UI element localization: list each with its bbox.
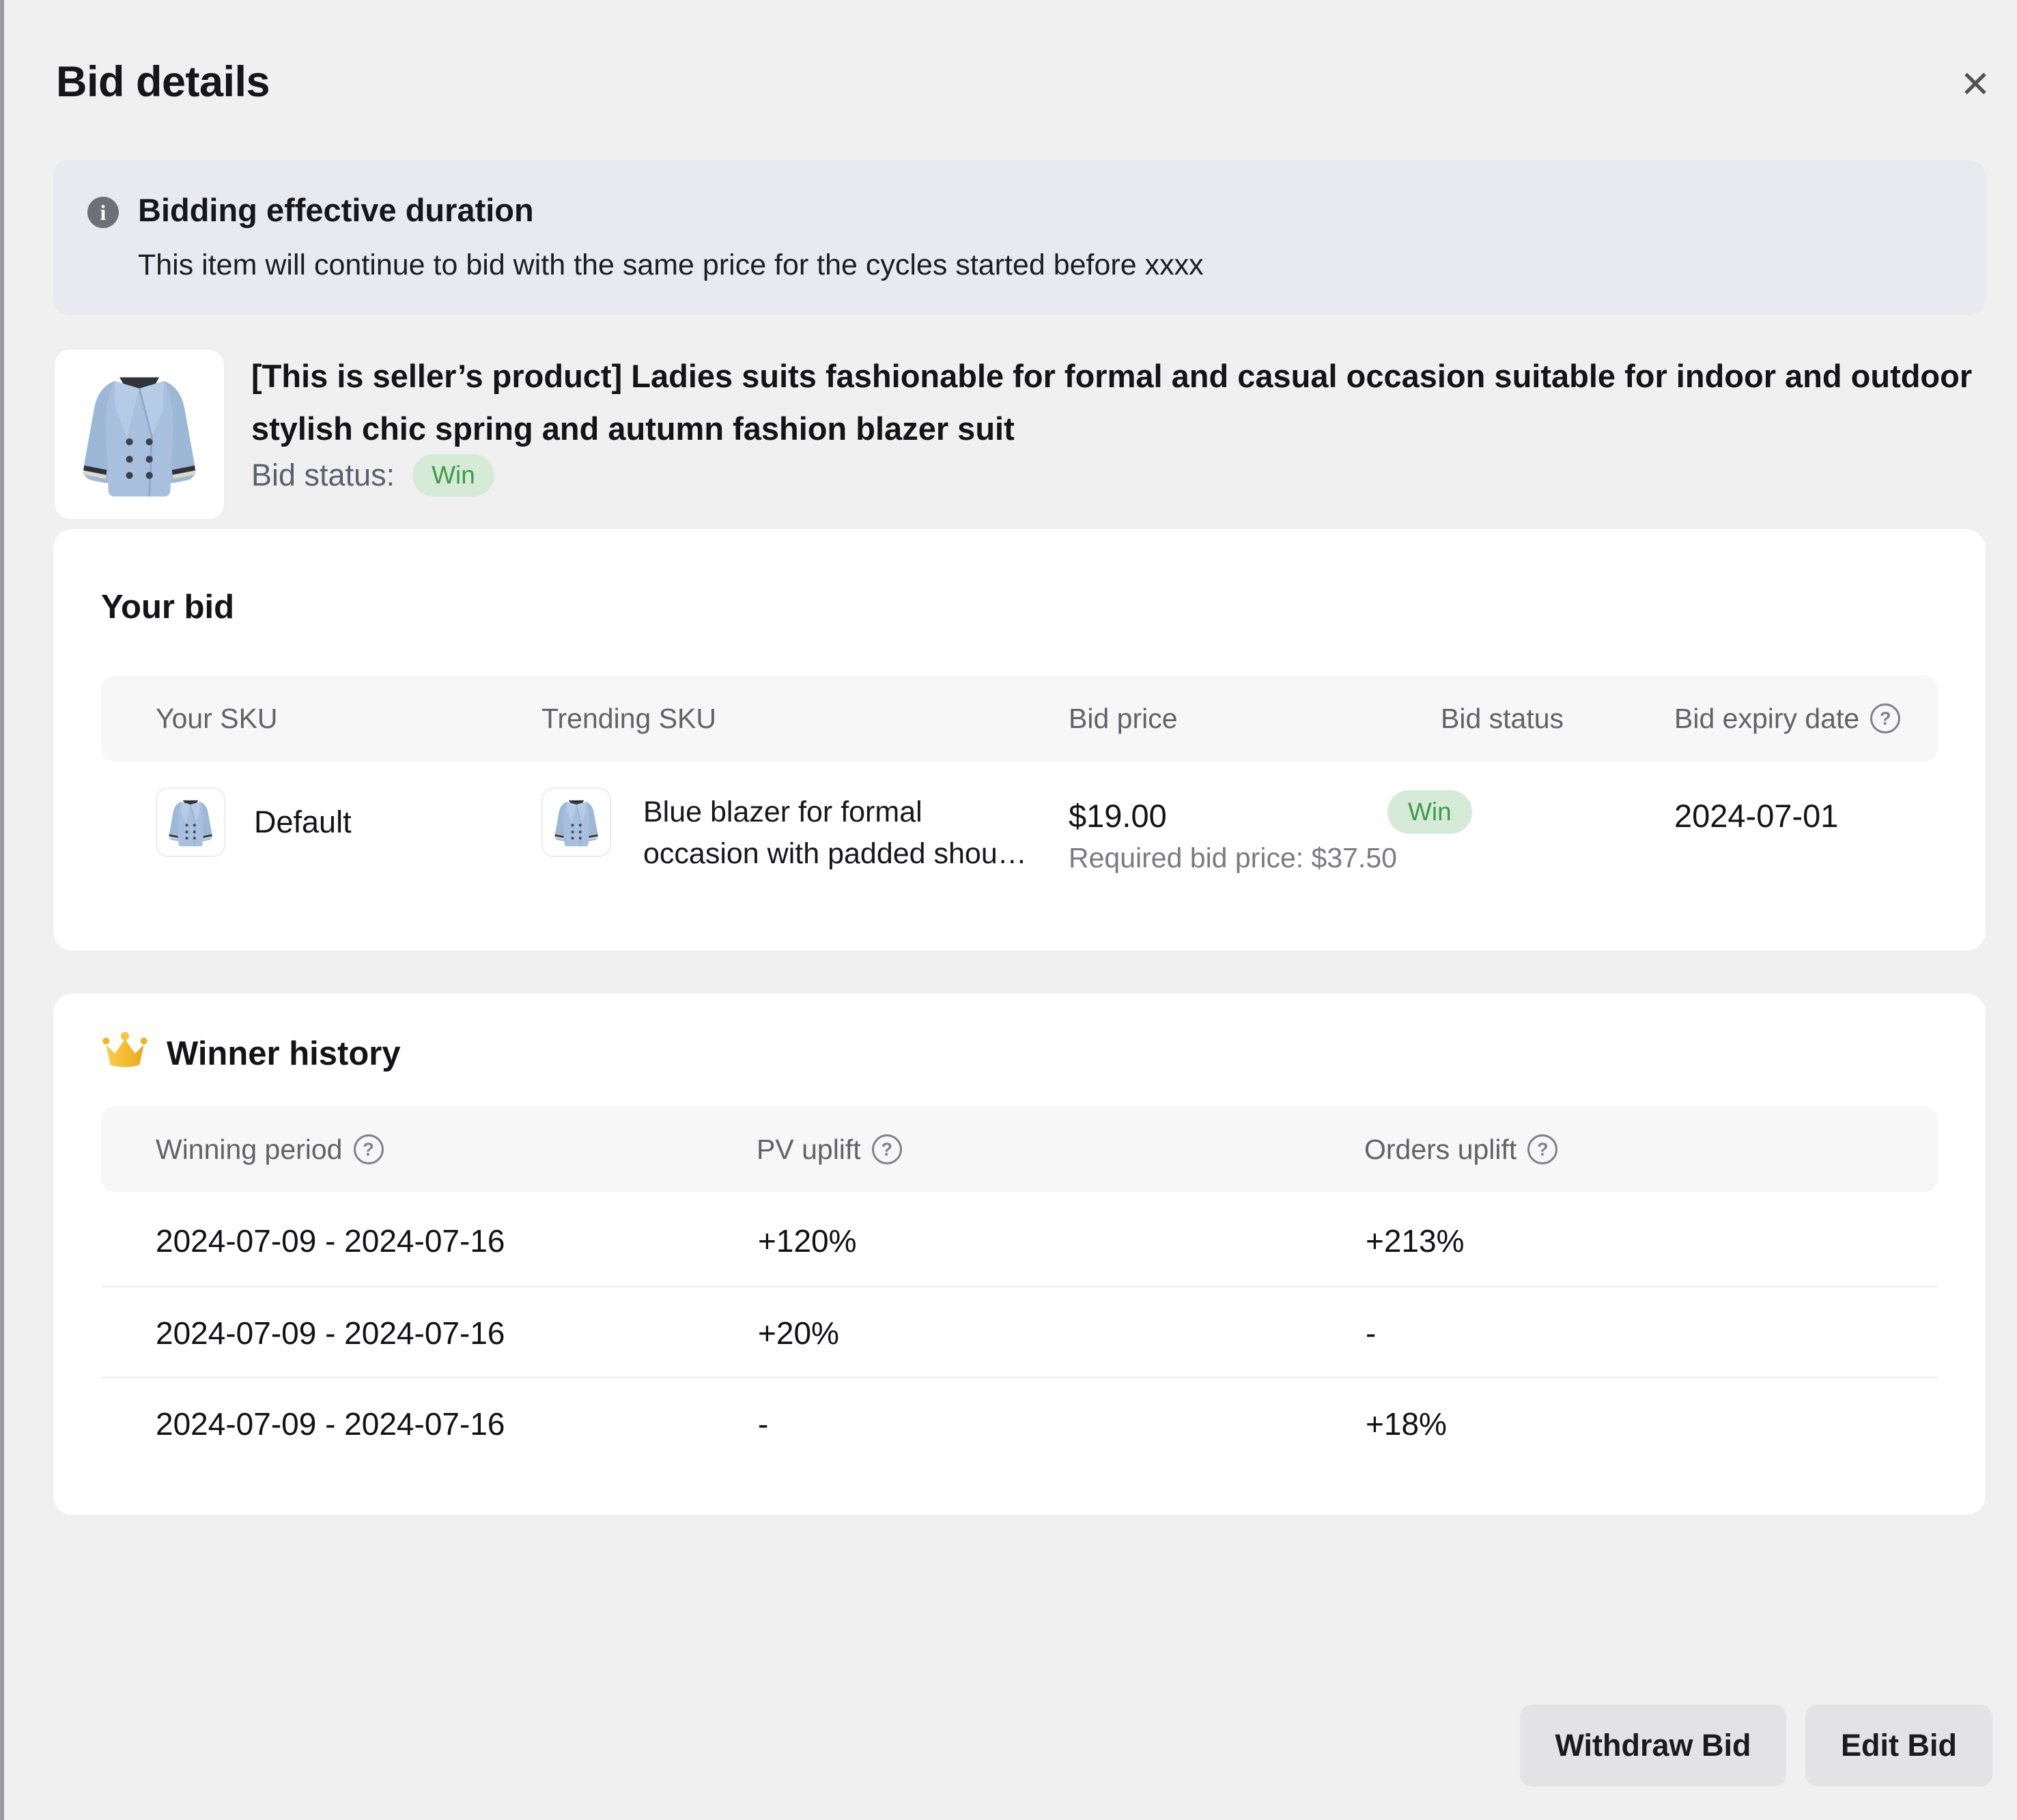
row-bid-status-badge: Win xyxy=(1387,790,1472,834)
pv-uplift-value: +120% xyxy=(758,1195,857,1286)
product-title-line2: stylish chic spring and autumn fashion b… xyxy=(251,402,1972,455)
blazer-illustration xyxy=(65,360,214,509)
orders-uplift-value: +18% xyxy=(1366,1378,1447,1469)
required-bid-price: Required bid price: $37.50 xyxy=(1069,842,1397,874)
bid-status-badge: Win xyxy=(412,454,494,496)
winning-period-value: 2024-07-09 - 2024-07-16 xyxy=(156,1378,505,1469)
banner-description: This item will continue to bid with the … xyxy=(138,249,1204,282)
product-bid-status: Bid status: Win xyxy=(251,453,494,497)
winning-period-help-icon[interactable]: ? xyxy=(354,1134,384,1164)
trending-sku-line1: Blue blazer for formal xyxy=(643,792,1027,833)
col-winning-period: Winning period ? xyxy=(156,1106,384,1192)
withdraw-bid-button[interactable]: Withdraw Bid xyxy=(1520,1705,1786,1787)
trending-sku-thumbnail xyxy=(541,787,611,857)
your-sku-value: Default xyxy=(254,787,352,857)
trending-sku-value: Blue blazer for formal occasion with pad… xyxy=(643,792,1027,875)
winner-history-row: 2024-07-09 - 2024-07-16 +120% +213% xyxy=(101,1195,1938,1286)
close-icon[interactable]: ✕ xyxy=(1945,53,2006,115)
blazer-thumb-icon xyxy=(548,794,605,851)
col-bid-expiry: Bid expiry date ? xyxy=(1674,675,1900,761)
product-title: [This is seller’s product] Ladies suits … xyxy=(251,350,1972,455)
winner-history-heading: Winner history xyxy=(167,1035,401,1073)
col-bid-status: Bid status xyxy=(1441,675,1564,761)
crown-icon xyxy=(101,1029,149,1074)
product-image xyxy=(53,348,225,520)
col-pv-uplift: PV uplift ? xyxy=(757,1106,902,1192)
product-title-line1: [This is seller’s product] Ladies suits … xyxy=(251,350,1972,402)
col-trending-sku: Trending SKU xyxy=(541,675,716,761)
page-edge-strip xyxy=(0,0,4,1820)
winning-period-value: 2024-07-09 - 2024-07-16 xyxy=(156,1287,505,1378)
bid-expiry-value: 2024-07-01 xyxy=(1674,797,1838,835)
winner-history-card: Winner history Winning period ? PV uplif… xyxy=(53,994,1986,1515)
orders-uplift-value: +213% xyxy=(1366,1195,1465,1286)
your-sku-thumbnail xyxy=(156,787,225,857)
col-orders-uplift: Orders uplift ? xyxy=(1364,1106,1557,1192)
blazer-thumb-icon xyxy=(162,794,219,851)
orders-uplift-value: - xyxy=(1366,1287,1376,1378)
bid-expiry-help-icon[interactable]: ? xyxy=(1870,703,1900,733)
pv-uplift-help-icon[interactable]: ? xyxy=(872,1134,902,1164)
edit-bid-button[interactable]: Edit Bid xyxy=(1805,1705,1992,1787)
banner-title: Bidding effective duration xyxy=(138,191,534,229)
pv-uplift-value: - xyxy=(758,1378,768,1469)
winner-history-table-header: Winning period ? PV uplift ? Orders upli… xyxy=(101,1106,1938,1192)
bid-status-label: Bid status: xyxy=(251,458,395,493)
col-bid-price: Bid price xyxy=(1069,675,1178,761)
your-bid-heading: Your bid xyxy=(101,588,234,626)
winner-history-row: 2024-07-09 - 2024-07-16 +20% - xyxy=(101,1286,1938,1377)
bid-details-dialog: Bid details ✕ i Bidding effective durati… xyxy=(0,0,2017,1820)
page-title: Bid details xyxy=(56,57,270,107)
winning-period-value: 2024-07-09 - 2024-07-16 xyxy=(156,1195,505,1286)
info-icon: i xyxy=(87,197,119,228)
your-bid-table-header: Your SKU Trending SKU Bid price Bid stat… xyxy=(101,675,1938,761)
bid-price-value: $19.00 xyxy=(1069,797,1167,835)
winner-history-row: 2024-07-09 - 2024-07-16 - +18% xyxy=(101,1377,1938,1468)
pv-uplift-value: +20% xyxy=(758,1287,839,1378)
bidding-duration-banner: i Bidding effective duration This item w… xyxy=(53,160,1986,315)
orders-uplift-help-icon[interactable]: ? xyxy=(1527,1134,1557,1164)
your-bid-card: Your bid Your SKU Trending SKU Bid price… xyxy=(53,529,1986,951)
trending-sku-line2: occasion with padded shou… xyxy=(643,833,1027,875)
col-your-sku: Your SKU xyxy=(156,675,278,761)
